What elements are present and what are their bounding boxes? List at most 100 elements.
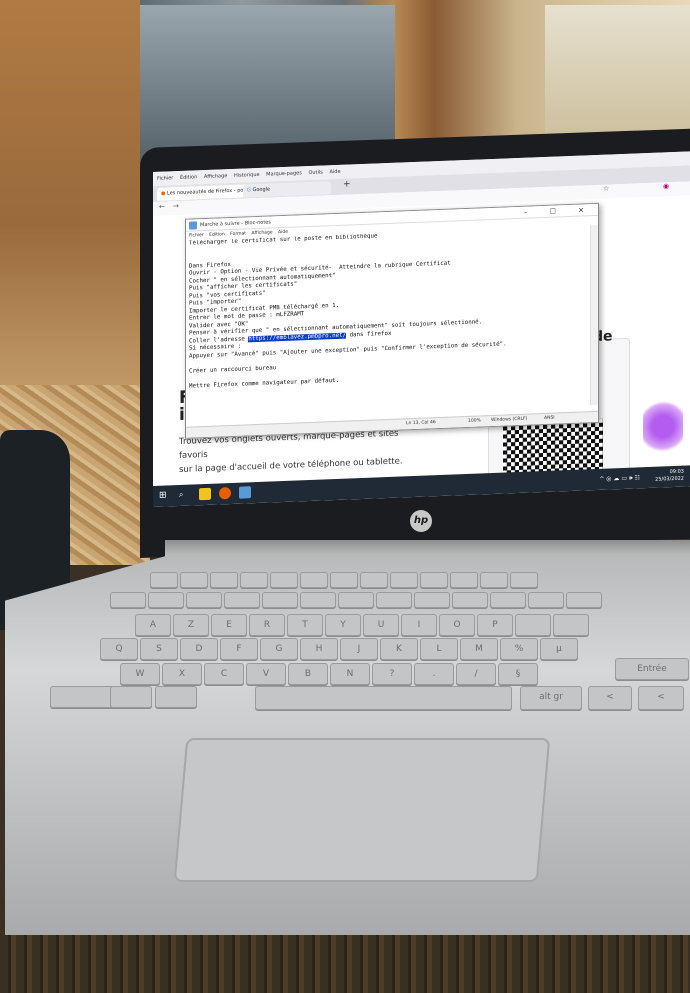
clock[interactable]: 09:03 25/03/2022 xyxy=(655,469,684,484)
keyboard-key[interactable] xyxy=(338,592,374,608)
right-key[interactable]: alt gr xyxy=(520,686,582,710)
menu-item[interactable]: Aide xyxy=(329,169,340,175)
keyboard-key[interactable]: A xyxy=(135,614,171,636)
keyboard-key[interactable] xyxy=(270,572,298,588)
photo-scene: Fichier Édition Affichage Historique Mar… xyxy=(0,0,690,993)
menu-item[interactable]: Format xyxy=(230,231,246,237)
keyboard-key[interactable] xyxy=(480,572,508,588)
keyboard-key[interactable]: I xyxy=(401,614,437,636)
keyboard-key[interactable]: V xyxy=(246,663,286,685)
hp-logo: hp xyxy=(410,510,432,532)
keyboard-key[interactable]: U xyxy=(363,614,399,636)
vertical-scrollbar[interactable] xyxy=(590,224,598,406)
keyboard-key[interactable] xyxy=(490,592,526,608)
right-key[interactable]: < xyxy=(588,686,632,710)
keyboard-key[interactable] xyxy=(510,572,538,588)
keyboard-key[interactable]: F xyxy=(220,638,258,660)
keyboard-key[interactable]: S xyxy=(140,638,178,660)
trackpad[interactable] xyxy=(173,738,551,882)
keyboard-key[interactable]: G xyxy=(260,638,298,660)
file-explorer-icon[interactable] xyxy=(199,487,211,501)
enter-key[interactable]: Entrée xyxy=(615,658,689,680)
keyboard-key[interactable]: E xyxy=(211,614,247,636)
notepad-icon xyxy=(189,221,197,230)
menu-item[interactable]: Historique xyxy=(234,172,260,179)
search-icon[interactable]: ⌕ xyxy=(179,489,191,501)
keyboard-key[interactable]: § xyxy=(498,663,538,685)
keyboard-key[interactable] xyxy=(180,572,208,588)
keyboard-key[interactable] xyxy=(360,572,388,588)
keyboard-key[interactable]: C xyxy=(204,663,244,685)
google-icon: G xyxy=(247,187,251,194)
keyboard-key[interactable]: B xyxy=(288,663,328,685)
menu-item[interactable]: Affichage xyxy=(204,173,228,180)
menu-item[interactable]: Fichier xyxy=(189,233,204,239)
keyboard-key[interactable] xyxy=(450,572,478,588)
menu-item[interactable]: Marque-pages xyxy=(266,170,302,177)
keyboard-key[interactable]: Q xyxy=(100,638,138,660)
keyboard-key[interactable]: % xyxy=(500,638,538,660)
keyboard-key[interactable] xyxy=(452,592,488,608)
keyboard: A Z E R T Y U I O P Q S D F G H J K L M% µ W X C V B N?. / § alt gr < <… xyxy=(40,570,690,720)
keyboard-key[interactable]: W xyxy=(120,663,160,685)
keyboard-key[interactable] xyxy=(262,592,298,608)
keyboard-key[interactable] xyxy=(414,592,450,608)
keyboard-key[interactable] xyxy=(376,592,412,608)
keyboard-key[interactable] xyxy=(186,592,222,608)
keyboard-key[interactable] xyxy=(300,592,336,608)
keyboard-key[interactable] xyxy=(110,592,146,608)
keyboard-key[interactable] xyxy=(390,572,418,588)
menu-item[interactable]: Fichier xyxy=(157,175,173,182)
menu-item[interactable]: Édition xyxy=(180,174,197,181)
keyboard-key[interactable]: P xyxy=(477,614,513,636)
new-tab-button[interactable]: + xyxy=(343,179,351,189)
space-bar[interactable] xyxy=(255,686,512,710)
keyboard-key[interactable]: H xyxy=(300,638,338,660)
keyboard-key[interactable]: D xyxy=(180,638,218,660)
keyboard-key[interactable]: R xyxy=(249,614,285,636)
keyboard-key[interactable]: J xyxy=(340,638,378,660)
forward-arrow-icon[interactable]: → xyxy=(173,202,179,210)
keyboard-key[interactable]: Y xyxy=(325,614,361,636)
modifier-key[interactable] xyxy=(110,686,152,708)
keyboard-key[interactable]: M xyxy=(460,638,498,660)
keyboard-key[interactable] xyxy=(150,572,178,588)
keyboard-key[interactable]: K xyxy=(380,638,418,660)
star-icon[interactable]: ☆ xyxy=(603,184,609,192)
keyboard-key[interactable]: O xyxy=(439,614,475,636)
keyboard-key[interactable]: . xyxy=(414,663,454,685)
keyboard-key[interactable] xyxy=(330,572,358,588)
keyboard-key[interactable] xyxy=(240,572,268,588)
menu-item[interactable]: Aide xyxy=(278,230,288,235)
keyboard-key[interactable]: L xyxy=(420,638,458,660)
pocket-icon[interactable]: ◉ xyxy=(663,182,669,190)
keyboard-key[interactable]: T xyxy=(287,614,323,636)
keyboard-key[interactable] xyxy=(553,614,589,636)
menu-item[interactable]: Outils xyxy=(308,169,322,176)
keyboard-key[interactable] xyxy=(515,614,551,636)
keyboard-key[interactable] xyxy=(300,572,328,588)
firefox-icon: ● xyxy=(161,190,166,197)
firefox-icon[interactable] xyxy=(219,487,231,500)
keyboard-key[interactable] xyxy=(566,592,602,608)
system-tray[interactable]: ^ ◎ ☁ ▭ 🕪 ☷ xyxy=(599,474,640,484)
keyboard-key[interactable] xyxy=(210,572,238,588)
keyboard-key[interactable] xyxy=(420,572,448,588)
menu-item[interactable]: Edition xyxy=(209,232,225,238)
keyboard-key[interactable] xyxy=(148,592,184,608)
notepad-icon[interactable] xyxy=(239,486,251,499)
notepad-text-area[interactable]: Télécharger le certificat sur le poste e… xyxy=(189,225,584,420)
keyboard-key[interactable]: X xyxy=(162,663,202,685)
keyboard-key[interactable]: / xyxy=(456,663,496,685)
menu-item[interactable]: Affichage xyxy=(251,230,272,236)
keyboard-key[interactable]: Z xyxy=(173,614,209,636)
keyboard-key[interactable]: N xyxy=(330,663,370,685)
keyboard-key[interactable] xyxy=(528,592,564,608)
keyboard-key[interactable] xyxy=(224,592,260,608)
windows-start-icon[interactable]: ⊞ xyxy=(159,489,171,501)
back-arrow-icon[interactable]: ← xyxy=(159,203,165,211)
keyboard-key[interactable]: µ xyxy=(540,638,578,660)
modifier-key[interactable] xyxy=(155,686,197,708)
keyboard-key[interactable]: ? xyxy=(372,663,412,685)
right-key[interactable]: < xyxy=(638,686,684,710)
